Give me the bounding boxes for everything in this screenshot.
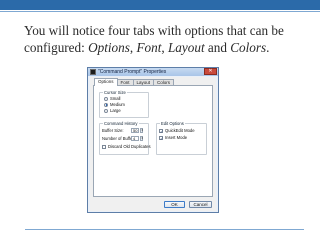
- radio-small[interactable]: Small: [104, 96, 120, 101]
- insert-mode-checkbox[interactable]: ✓ Insert Mode: [159, 135, 187, 140]
- radio-small-label: Small: [110, 96, 121, 101]
- separator: and: [204, 40, 231, 55]
- slide-text: You will notice four tabs with options t…: [24, 22, 314, 56]
- radio-large[interactable]: Large: [104, 108, 121, 113]
- options-panel: Cursor Size Small Medium Large Command H…: [93, 85, 213, 197]
- radio-medium[interactable]: Medium: [104, 102, 125, 107]
- properties-dialog: "Command Prompt" Properties ✕ Options Fo…: [87, 67, 219, 213]
- tab-name-options: Options: [88, 40, 130, 55]
- discard-duplicates-label: Discard Old Duplicates: [108, 144, 151, 149]
- cancel-button[interactable]: Cancel: [189, 201, 212, 208]
- period: .: [266, 40, 270, 55]
- cursor-size-title: Cursor Size: [103, 90, 127, 95]
- cursor-size-group: Cursor Size Small Medium Large: [99, 90, 149, 118]
- discard-duplicates-checkbox[interactable]: Discard Old Duplicates: [102, 144, 151, 149]
- dialog-titlebar[interactable]: "Command Prompt" Properties ✕: [88, 68, 218, 76]
- tab-name-font: Font: [136, 40, 162, 55]
- top-accent-bar: [0, 0, 320, 10]
- num-buffers-input[interactable]: 4: [131, 136, 139, 141]
- buffer-size-input[interactable]: 50: [131, 128, 139, 133]
- num-buffers-spinner[interactable]: ⇕: [140, 136, 144, 141]
- ok-button[interactable]: OK: [164, 201, 185, 208]
- edit-options-title: Edit Options: [160, 121, 185, 126]
- radio-button-selected-icon: [104, 102, 108, 107]
- quickedit-label: QuickEdit Mode: [165, 128, 195, 133]
- tab-name-layout: Layout: [167, 40, 205, 55]
- close-button[interactable]: ✕: [204, 68, 217, 75]
- buffer-size-label: Buffer Size:: [102, 128, 124, 133]
- dialog-client-area: Options Font Layout Colors Cursor Size S…: [90, 77, 216, 211]
- top-divider-line: [0, 11, 320, 12]
- command-prompt-icon: [90, 69, 96, 75]
- command-history-title: Command History: [103, 121, 139, 126]
- separator: ,: [161, 40, 168, 55]
- checkbox-checked-icon: ✓: [159, 128, 164, 134]
- buffer-size-spinner[interactable]: ⇕: [140, 128, 144, 133]
- quickedit-checkbox[interactable]: ✓ QuickEdit Mode: [159, 128, 195, 133]
- radio-button-icon: [104, 108, 108, 113]
- radio-button-icon: [104, 96, 108, 101]
- radio-medium-label: Medium: [110, 102, 125, 107]
- edit-options-group: Edit Options ✓ QuickEdit Mode ✓ Insert Mod…: [156, 121, 207, 155]
- tab-name-colors: Colors: [230, 40, 267, 55]
- radio-large-label: Large: [110, 108, 121, 113]
- dialog-title: "Command Prompt" Properties: [98, 69, 167, 75]
- insert-mode-label: Insert Mode: [165, 135, 188, 140]
- checkbox-unchecked-icon: [102, 144, 106, 149]
- checkbox-checked-icon: ✓: [159, 135, 164, 141]
- bottom-divider-line: [25, 229, 304, 230]
- command-history-group: Command History Buffer Size: 50 ⇕ Number…: [99, 121, 151, 155]
- tab-options[interactable]: Options: [94, 78, 118, 86]
- tab-strip: Options Font Layout Colors: [94, 78, 175, 86]
